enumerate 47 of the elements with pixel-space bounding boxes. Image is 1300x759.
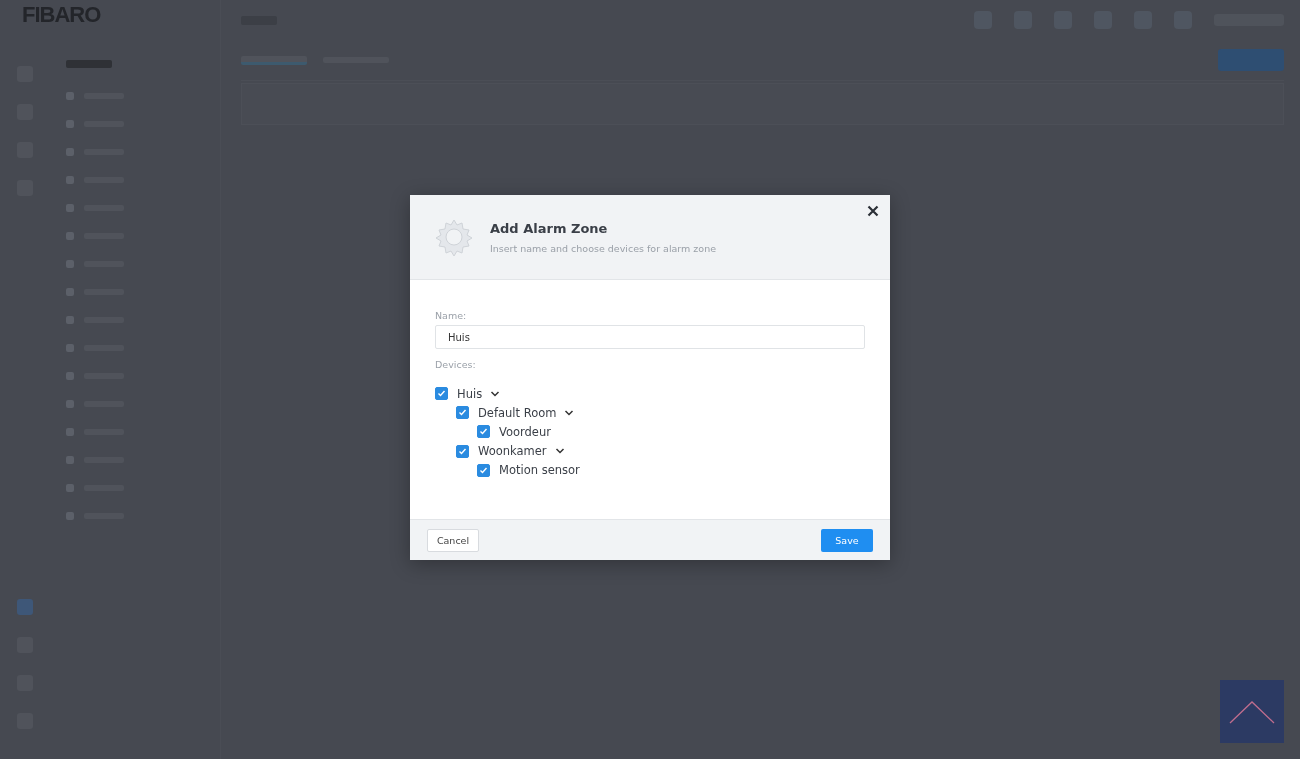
cancel-button[interactable]: Cancel (427, 528, 479, 552)
checkbox[interactable] (477, 463, 490, 477)
menu-icon (66, 400, 74, 408)
dialog-subtitle: Insert name and choose devices for alarm zone (490, 242, 717, 254)
blurred-add-button[interactable] (1218, 49, 1284, 71)
menu-icon (66, 512, 74, 520)
menu-icon (66, 344, 74, 352)
menu-icon (66, 484, 74, 492)
field-label: Name: (435, 310, 468, 321)
device-label: Motion sensor (499, 463, 580, 478)
checkmark-icon (479, 427, 488, 437)
checkmark-icon (479, 465, 488, 475)
checkmark-icon (458, 446, 467, 456)
menu-icon (66, 456, 74, 464)
sidebar-icon[interactable] (17, 599, 33, 615)
field-label: Devices: (435, 359, 477, 370)
checkmark-icon (458, 408, 467, 418)
checkbox[interactable] (456, 444, 469, 458)
chevron-icon[interactable] (564, 408, 575, 417)
device-label: Huis (457, 386, 483, 401)
menu-icon (66, 120, 74, 128)
close-icon[interactable] (867, 205, 879, 217)
menu-icon (66, 316, 74, 324)
menu-icon (66, 148, 74, 156)
device-label: Default Room (478, 405, 557, 420)
blurred-heading (66, 60, 112, 68)
chevron-icon[interactable] (490, 389, 501, 398)
name-input-field[interactable]: Huis (435, 325, 865, 349)
device-label: Voordeur (499, 424, 551, 439)
checkbox[interactable] (456, 406, 469, 420)
menu-icon (66, 260, 74, 268)
chevron-icon[interactable] (554, 447, 565, 456)
gear-icon (434, 217, 474, 257)
checkbox[interactable] (477, 425, 490, 439)
menu-icon (66, 288, 74, 296)
menu-icon (66, 428, 74, 436)
checkmark-icon (437, 389, 446, 399)
menu-icon (66, 232, 74, 240)
checkbox[interactable] (435, 387, 448, 401)
menu-icon (66, 204, 74, 212)
dialog-title: Add Alarm Zone (490, 220, 609, 236)
device-label: Woonkamer (478, 444, 547, 459)
menu-icon (66, 372, 74, 380)
menu-icon (66, 92, 74, 100)
scroll-to-top-button[interactable] (1220, 680, 1284, 743)
menu-icon (66, 176, 74, 184)
blurred-tab[interactable] (241, 55, 307, 65)
